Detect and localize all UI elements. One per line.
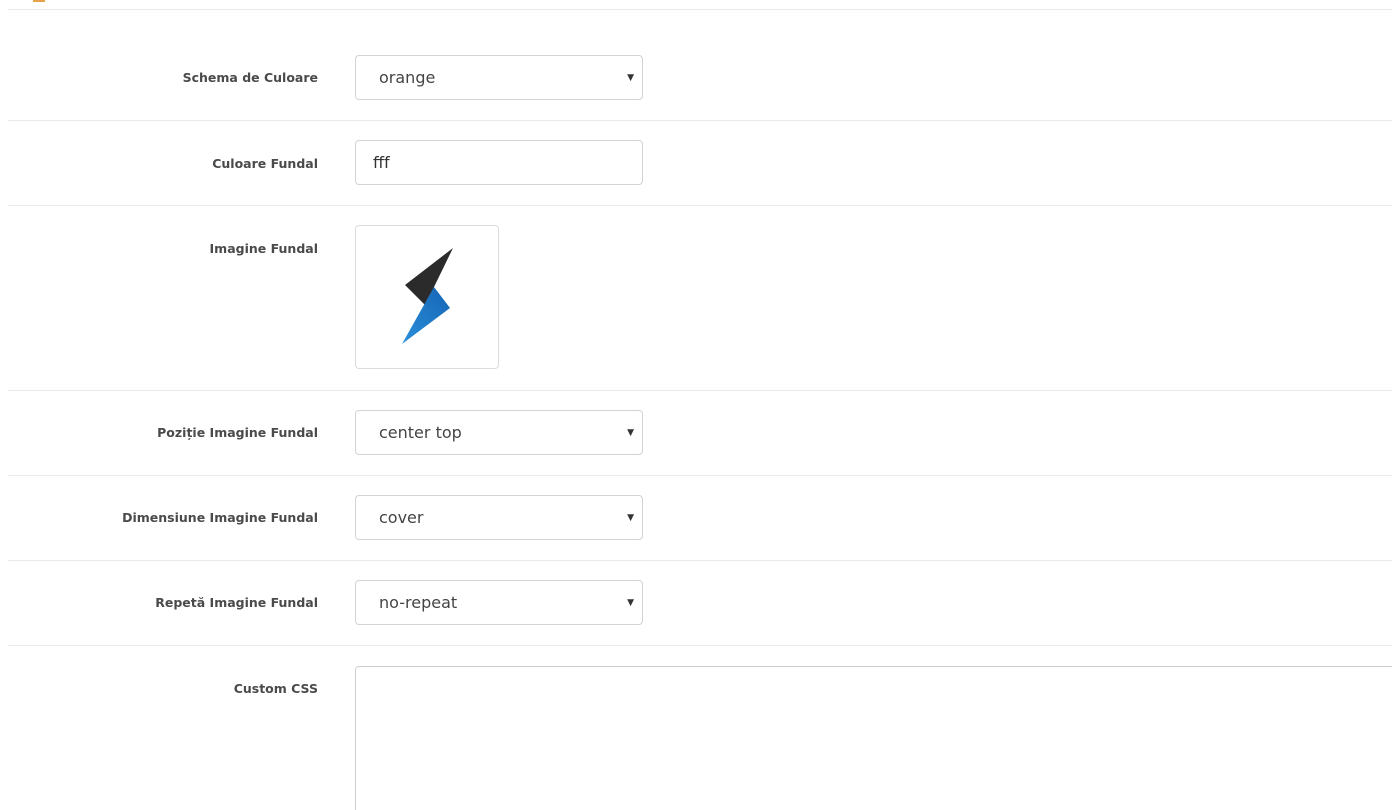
chevron-down-icon: ▼: [627, 597, 634, 608]
form-row-background-size: Dimensiune Imagine Fundal cover ▼: [8, 476, 1392, 561]
background-position-value: center top: [379, 423, 462, 442]
background-image-label: Imagine Fundal: [209, 241, 318, 256]
custom-css-label: Custom CSS: [233, 681, 318, 696]
form-row-custom-css: Custom CSS: [8, 646, 1392, 810]
background-size-value: cover: [379, 508, 424, 527]
background-repeat-select[interactable]: no-repeat ▼: [355, 580, 643, 625]
background-image-preview[interactable]: [355, 225, 499, 369]
color-scheme-label: Schema de Culoare: [182, 70, 318, 85]
background-size-select[interactable]: cover ▼: [355, 495, 643, 540]
chevron-down-icon: ▼: [627, 72, 634, 83]
background-position-select[interactable]: center top ▼: [355, 410, 643, 455]
background-color-input[interactable]: fff: [355, 140, 643, 185]
custom-css-textarea[interactable]: [355, 666, 1392, 810]
chevron-down-icon: ▼: [627, 512, 634, 523]
form-row-background-repeat: Repetă Imagine Fundal no-repeat ▼: [8, 561, 1392, 646]
background-repeat-value: no-repeat: [379, 593, 458, 612]
color-scheme-select[interactable]: orange ▼: [355, 55, 643, 100]
form-row-background-image: Imagine Fundal: [8, 206, 1392, 391]
header-accent-mark: [33, 0, 45, 2]
form-row-color-scheme: Schema de Culoare orange ▼: [8, 10, 1392, 121]
background-color-label: Culoare Fundal: [212, 156, 318, 171]
color-scheme-value: orange: [379, 68, 436, 87]
lightning-bolt-logo-icon: [402, 248, 453, 344]
background-color-value: fff: [373, 153, 390, 172]
background-position-label: Poziție Imagine Fundal: [157, 425, 318, 440]
background-repeat-label: Repetă Imagine Fundal: [155, 595, 318, 610]
form-row-background-position: Poziție Imagine Fundal center top ▼: [8, 391, 1392, 476]
chevron-down-icon: ▼: [627, 427, 634, 438]
form-row-background-color: Culoare Fundal fff: [8, 121, 1392, 206]
background-size-label: Dimensiune Imagine Fundal: [122, 510, 318, 525]
